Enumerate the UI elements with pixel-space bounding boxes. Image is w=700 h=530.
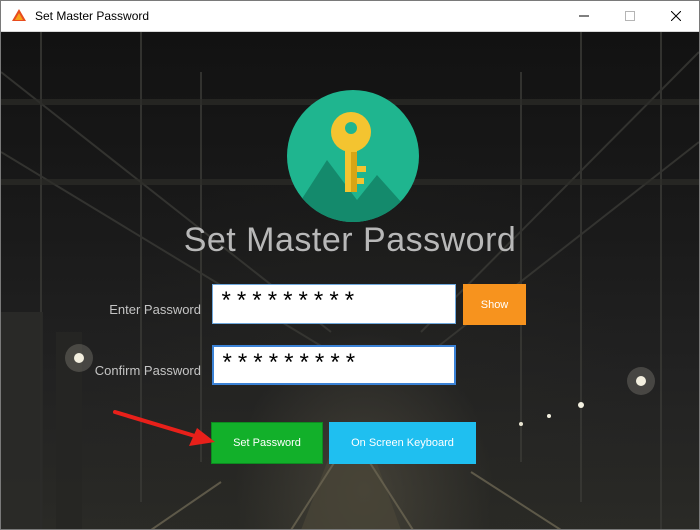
maximize-icon xyxy=(625,11,635,21)
arrow-annotation xyxy=(113,410,215,446)
show-button[interactable]: Show xyxy=(463,284,526,325)
minimize-button[interactable] xyxy=(561,1,607,31)
maximize-button[interactable] xyxy=(607,1,653,31)
set-password-button[interactable]: Set Password xyxy=(211,422,323,464)
confirm-password-field[interactable]: ********* xyxy=(212,345,456,385)
window-title: Set Master Password xyxy=(35,9,150,23)
enter-password-label: Enter Password xyxy=(109,302,201,317)
window-content: Set Master Password Enter Password *****… xyxy=(1,32,699,529)
enter-password-field[interactable]: ********* xyxy=(212,284,456,324)
set-master-password-window: Set Master Password Set Master Password … xyxy=(0,0,700,530)
confirm-password-label: Confirm Password xyxy=(94,363,201,378)
app-icon xyxy=(12,9,26,21)
key-logo xyxy=(287,90,419,222)
close-icon xyxy=(671,11,681,21)
close-button[interactable] xyxy=(653,1,699,31)
title-bar[interactable]: Set Master Password xyxy=(1,1,699,32)
minimize-icon xyxy=(579,15,589,17)
on-screen-keyboard-button[interactable]: On Screen Keyboard xyxy=(329,422,476,464)
page-title: Set Master Password xyxy=(183,221,517,259)
